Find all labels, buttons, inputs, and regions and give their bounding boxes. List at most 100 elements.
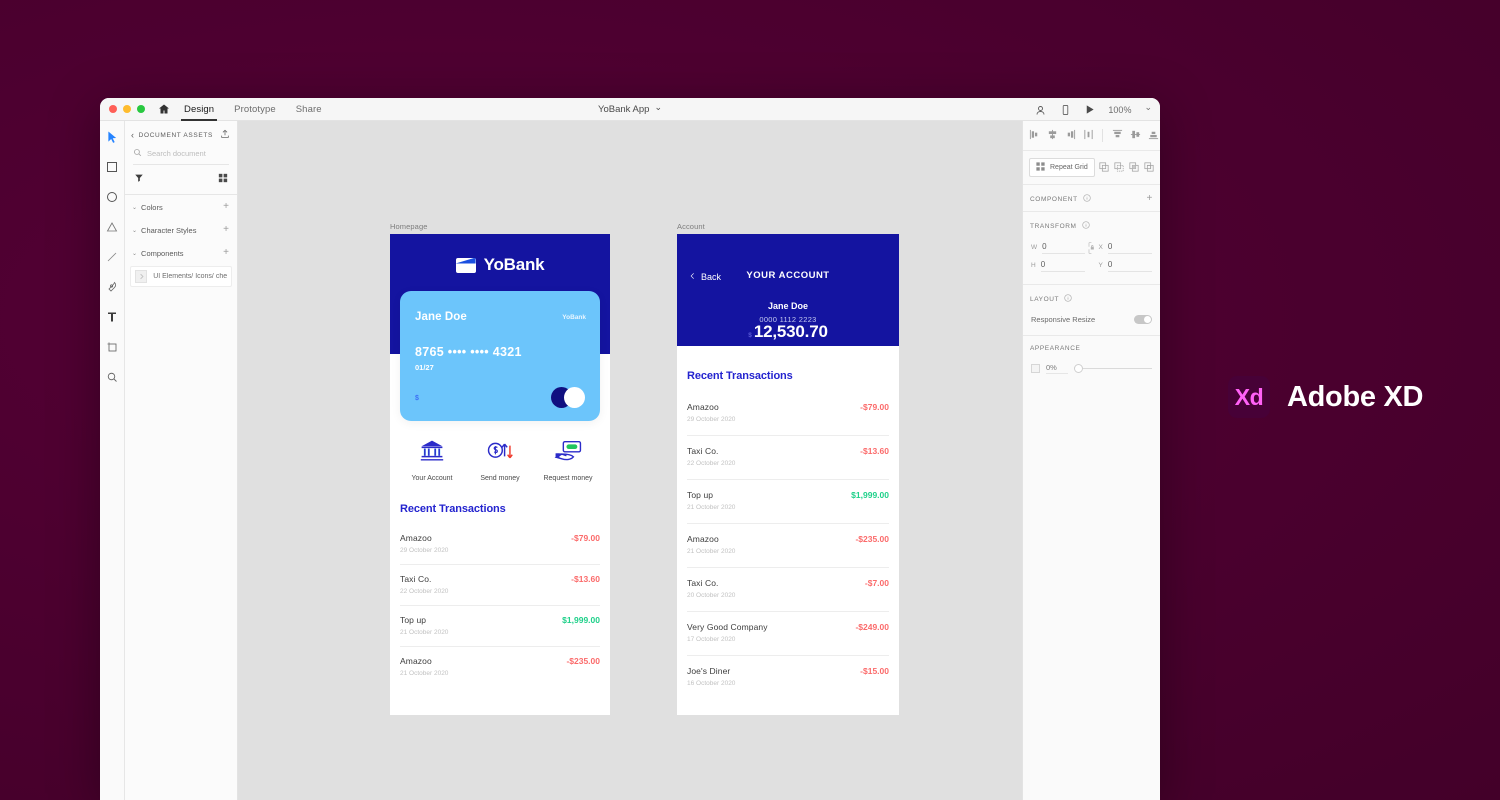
opacity-value[interactable]: 0%	[1046, 363, 1068, 374]
align-middle-v-icon[interactable]	[1130, 129, 1141, 142]
responsive-resize-toggle[interactable]	[1134, 315, 1152, 324]
x-field[interactable]: X 0	[1099, 240, 1152, 256]
assets-section-colors[interactable]: ⌄ Colors +	[125, 195, 237, 218]
zoom-chevron-down-icon[interactable]: ⌄	[1144, 102, 1152, 113]
opacity-icon	[1031, 364, 1040, 373]
filter-icon[interactable]	[134, 173, 144, 185]
pen-tool-icon[interactable]	[103, 278, 121, 296]
width-field[interactable]: W 0	[1031, 240, 1085, 256]
info-icon[interactable]	[1064, 294, 1072, 304]
artboard-label-account[interactable]: Account	[677, 222, 705, 231]
artboard-label-homepage[interactable]: Homepage	[390, 222, 428, 231]
responsive-resize-label: Responsive Resize	[1031, 315, 1096, 324]
add-color-button[interactable]: +	[223, 202, 229, 212]
ellipse-tool-icon[interactable]	[103, 188, 121, 206]
minimize-window-button[interactable]	[123, 105, 131, 113]
table-row[interactable]: Amazoo 29 October 2020 -$79.00	[400, 524, 600, 565]
table-row[interactable]: Amazoo 21 October 2020 -$235.00	[687, 524, 889, 568]
component-section-label: COMPONENT	[1030, 195, 1078, 203]
card-brand-label: YoBank	[562, 314, 586, 321]
distribute-h-icon[interactable]	[1083, 129, 1094, 142]
account-hero: Back YOUR ACCOUNT Jane Doe 0000 1112 222…	[677, 234, 899, 346]
table-row[interactable]: Taxi Co. 22 October 2020 -$13.60	[400, 565, 600, 606]
align-right-icon[interactable]	[1065, 129, 1076, 142]
account-transactions-list: Amazoo 29 October 2020 -$79.00 Taxi Co. …	[687, 392, 889, 699]
zoom-tool-icon[interactable]	[103, 368, 121, 386]
account-page-title: YOUR ACCOUNT	[746, 270, 830, 281]
assets-section-character-styles[interactable]: ⌄ Character Styles +	[125, 218, 237, 241]
add-character-style-button[interactable]: +	[223, 225, 229, 235]
table-row[interactable]: Top up 21 October 2020 $1,999.00	[687, 480, 889, 524]
window-titlebar: Design Prototype Share YoBank App ⌄ 100%…	[100, 98, 1160, 121]
tab-share[interactable]: Share	[296, 98, 322, 121]
card-holder-name: Jane Doe	[415, 311, 467, 323]
component-name: UI Elements/ Icons/ che...	[153, 273, 227, 280]
search-input[interactable]	[147, 149, 244, 158]
document-title-button[interactable]: YoBank App ⌄	[598, 102, 662, 115]
align-top-icon[interactable]	[1112, 129, 1123, 142]
x-value: 0	[1107, 242, 1152, 254]
responsive-resize-row: Responsive Resize	[1023, 311, 1160, 336]
boolean-add-icon[interactable]	[1099, 161, 1109, 174]
opacity-row: 0%	[1023, 359, 1160, 384]
close-window-button[interactable]	[109, 105, 117, 113]
align-toolbar	[1023, 121, 1160, 151]
repeat-grid-button[interactable]: Repeat Grid	[1029, 158, 1095, 177]
align-center-h-icon[interactable]	[1047, 129, 1058, 142]
text-tool-icon[interactable]	[103, 308, 121, 326]
export-icon[interactable]	[220, 129, 230, 141]
transaction-amount: -$7.00	[864, 578, 889, 588]
boolean-intersect-icon[interactable]	[1129, 161, 1139, 174]
add-component-button[interactable]: +	[1147, 194, 1153, 204]
table-row[interactable]: Amazoo 21 October 2020 -$235.00	[400, 647, 600, 687]
boolean-exclude-icon[interactable]	[1144, 161, 1154, 174]
lock-aspect-icon[interactable]	[1085, 240, 1099, 256]
home-icon[interactable]	[158, 103, 170, 115]
artboard-account[interactable]: Back YOUR ACCOUNT Jane Doe 0000 1112 222…	[677, 234, 899, 715]
opacity-slider[interactable]	[1074, 364, 1152, 373]
assets-header-label-group[interactable]: ‹ DOCUMENT ASSETS	[131, 130, 213, 140]
transaction-date: 21 October 2020	[400, 670, 449, 677]
y-field[interactable]: Y 0	[1099, 258, 1152, 274]
info-icon[interactable]	[1081, 221, 1090, 231]
design-canvas[interactable]: Homepage YoBank Jane Doe YoBank 8765 •••…	[238, 121, 1022, 800]
component-list-item[interactable]: UI Elements/ Icons/ che...	[130, 266, 232, 287]
action-send-money[interactable]: Send money	[468, 439, 532, 482]
bank-card[interactable]: Jane Doe YoBank 8765 •••• •••• 4321 01/2…	[400, 291, 600, 421]
device-preview-icon[interactable]	[1060, 104, 1071, 116]
polygon-tool-icon[interactable]	[103, 218, 121, 236]
table-row[interactable]: Taxi Co. 20 October 2020 -$7.00	[687, 568, 889, 612]
table-row[interactable]: Joe's Diner 16 October 2020 -$15.00	[687, 656, 889, 699]
request-money-icon	[554, 439, 582, 468]
line-tool-icon[interactable]	[103, 248, 121, 266]
action-your-account[interactable]: Your Account	[400, 439, 464, 482]
recent-transactions-title: Recent Transactions	[400, 503, 506, 515]
rectangle-tool-icon[interactable]	[103, 158, 121, 176]
coedit-icon[interactable]	[1035, 104, 1047, 116]
transaction-name: Joe's Diner	[687, 666, 731, 676]
maximize-window-button[interactable]	[137, 105, 145, 113]
properties-panel: Repeat Grid COMPONENT + TRANSFORM W 0 X …	[1022, 121, 1160, 800]
artboard-tool-icon[interactable]	[103, 338, 121, 356]
play-preview-icon[interactable]	[1084, 104, 1095, 115]
action-request-money[interactable]: Request money	[536, 439, 600, 482]
artboard-homepage[interactable]: YoBank Jane Doe YoBank 8765 •••• •••• 43…	[390, 234, 610, 715]
boolean-subtract-icon[interactable]	[1114, 161, 1124, 174]
add-component-button[interactable]: +	[223, 248, 229, 258]
info-icon[interactable]	[1082, 194, 1091, 204]
layout-section-header: LAYOUT	[1023, 285, 1160, 311]
grid-view-icon[interactable]	[218, 173, 228, 185]
tab-design[interactable]: Design	[180, 98, 218, 121]
align-bottom-icon[interactable]	[1148, 129, 1159, 142]
table-row[interactable]: Top up 21 October 2020 $1,999.00	[400, 606, 600, 647]
table-row[interactable]: Very Good Company 17 October 2020 -$249.…	[687, 612, 889, 656]
wallet-icon	[455, 257, 476, 273]
assets-section-components[interactable]: ⌄ Components +	[125, 241, 237, 264]
table-row[interactable]: Taxi Co. 22 October 2020 -$13.60	[687, 436, 889, 480]
select-tool-icon[interactable]	[103, 128, 121, 146]
tab-prototype[interactable]: Prototype	[234, 98, 276, 121]
table-row[interactable]: Amazoo 29 October 2020 -$79.00	[687, 392, 889, 436]
align-left-icon[interactable]	[1029, 129, 1040, 142]
back-chevron-icon[interactable]: ‹	[131, 130, 135, 140]
height-field[interactable]: H 0	[1031, 258, 1085, 274]
